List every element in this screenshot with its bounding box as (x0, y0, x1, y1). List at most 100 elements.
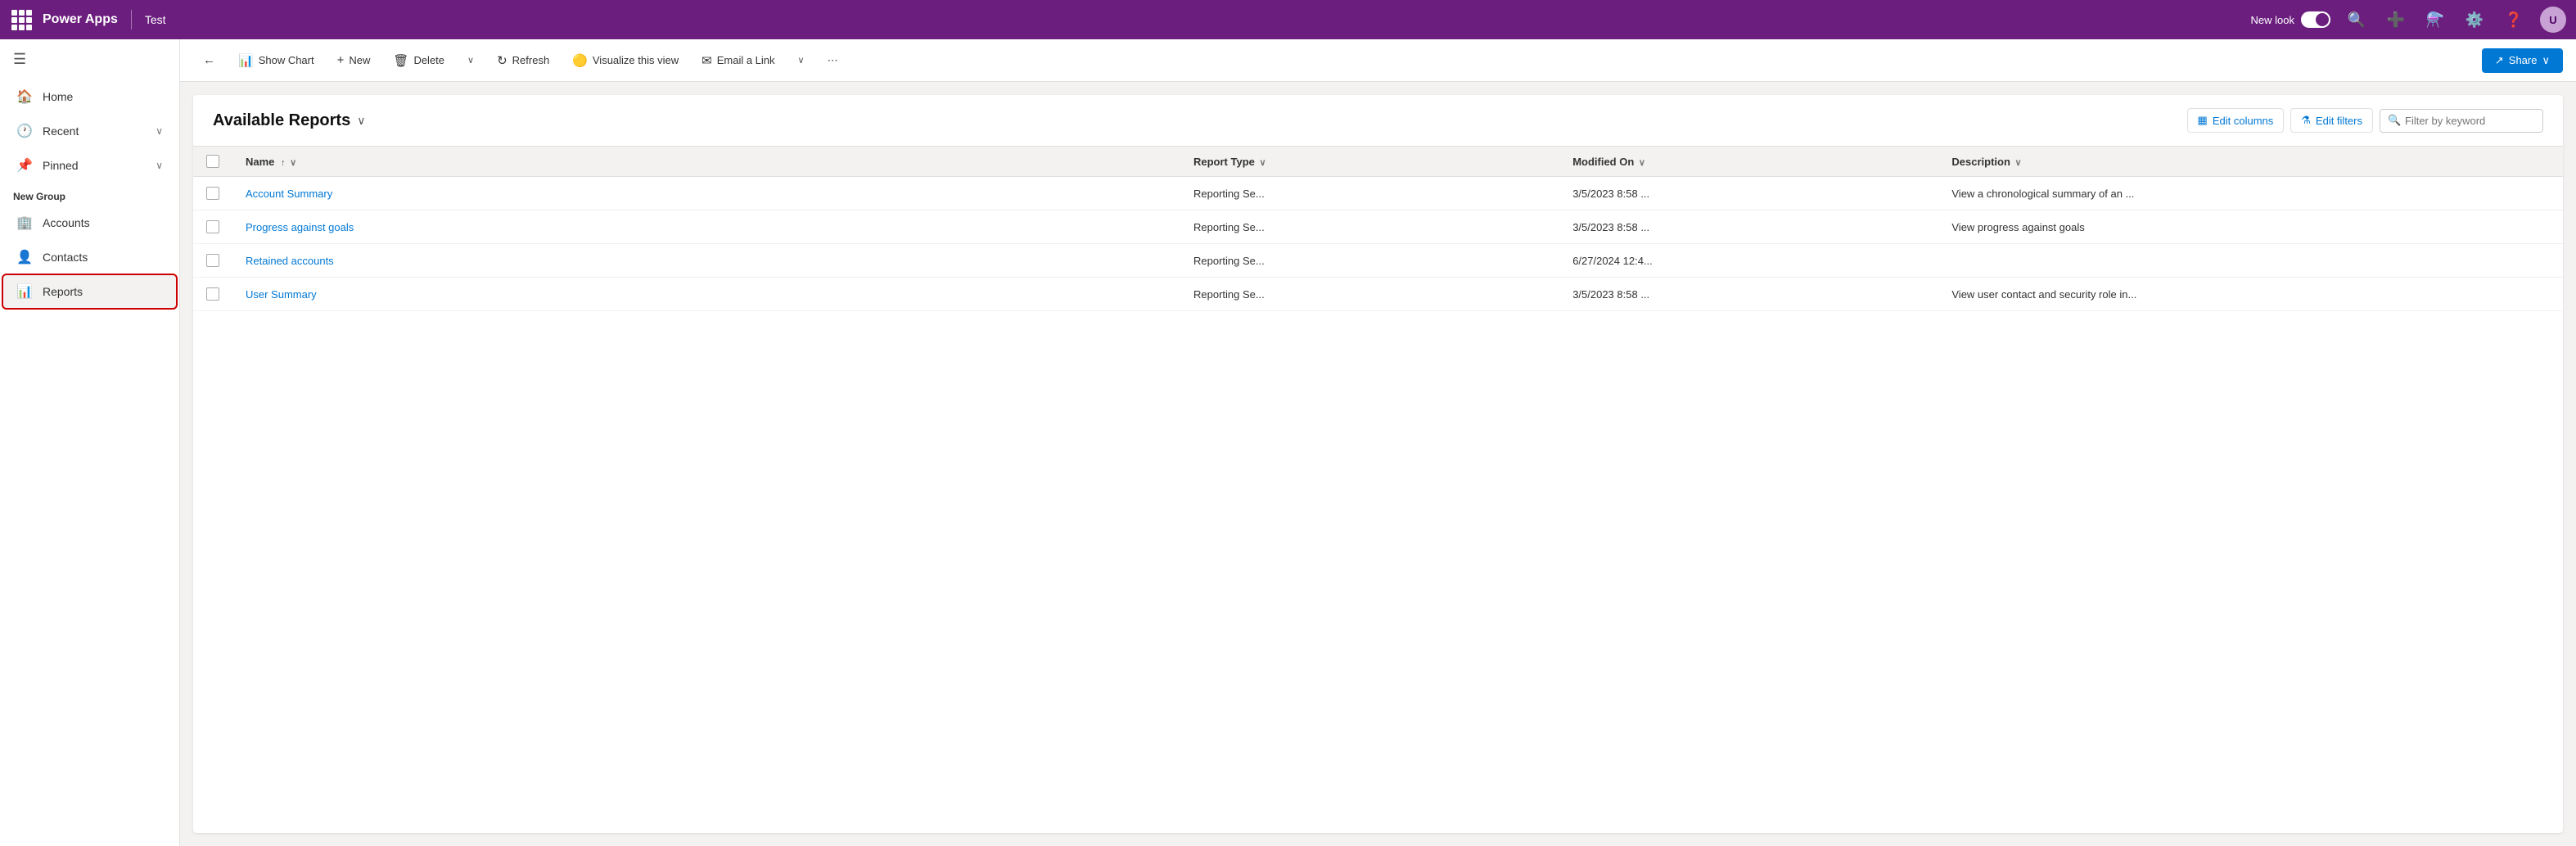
email-icon: ✉ (702, 53, 712, 68)
sidebar-item-recent[interactable]: 🕐 Recent ∨ (3, 115, 176, 147)
row-checkbox-cell (193, 244, 232, 278)
column-modified-dropdown-icon[interactable]: ∨ (1639, 158, 1645, 168)
table-row: Progress against goals Reporting Se... 3… (193, 210, 2563, 244)
sidebar-reports-label: Reports (43, 285, 163, 298)
table-header-row: Name ↑ ∨ Report Type ∨ Modified On ∨ (193, 147, 2563, 177)
row-checkbox[interactable] (206, 287, 219, 301)
row-checkbox[interactable] (206, 187, 219, 200)
row-type-cell: Reporting Se... (1180, 278, 1559, 311)
refresh-button[interactable]: ↻ Refresh (487, 48, 559, 73)
sidebar-item-pinned[interactable]: 📌 Pinned ∨ (3, 149, 176, 182)
recent-icon: 🕐 (16, 123, 33, 139)
report-name-link[interactable]: Progress against goals (246, 221, 354, 233)
row-name-cell: Account Summary (232, 177, 1180, 210)
table-body: Account Summary Reporting Se... 3/5/2023… (193, 177, 2563, 311)
reports-table: Name ↑ ∨ Report Type ∨ Modified On ∨ (193, 147, 2563, 311)
edit-columns-button[interactable]: ▦ Edit columns (2187, 108, 2285, 133)
accounts-icon: 🏢 (16, 215, 33, 231)
share-icon: ↗ (2495, 54, 2504, 67)
hamburger-menu-button[interactable]: ☰ (0, 39, 179, 79)
sidebar-home-label: Home (43, 90, 163, 103)
sort-ascending-icon[interactable]: ↑ (281, 158, 286, 168)
row-type-cell: Reporting Se... (1180, 244, 1559, 278)
reports-icon: 📊 (16, 283, 33, 300)
avatar[interactable]: U (2540, 7, 2566, 33)
sidebar-group-label: New Group (0, 183, 179, 206)
sidebar-pinned-label: Pinned (43, 159, 146, 172)
row-name-cell: Retained accounts (232, 244, 1180, 278)
share-button[interactable]: ↗ Share ∨ (2482, 48, 2563, 73)
table-row: Retained accounts Reporting Se... 6/27/2… (193, 244, 2563, 278)
column-description-dropdown-icon[interactable]: ∨ (2015, 158, 2022, 168)
delete-button[interactable]: 🗑 Delete (383, 48, 454, 73)
filter-funnel-icon: ⚗ (2301, 114, 2311, 127)
select-all-checkbox[interactable] (206, 155, 219, 168)
row-modified-cell: 6/27/2024 12:4... (1559, 244, 1938, 278)
more-options-button[interactable]: ⋯ (818, 49, 848, 72)
column-name-dropdown-icon[interactable]: ∨ (290, 158, 296, 168)
waffle-menu-button[interactable] (10, 8, 33, 31)
visualize-button[interactable]: 🟡 Visualize this view (562, 48, 688, 73)
sidebar-item-home[interactable]: 🏠 Home (3, 80, 176, 113)
expand-chevron-button[interactable]: ∨ (788, 50, 814, 70)
table-row: User Summary Reporting Se... 3/5/2023 8:… (193, 278, 2563, 311)
delete-icon: 🗑 (393, 53, 408, 68)
help-icon[interactable]: ❓ (2501, 7, 2527, 33)
new-button[interactable]: + New (327, 48, 381, 72)
sidebar-item-contacts[interactable]: 👤 Contacts (3, 241, 176, 274)
toolbar: ← 📊 Show Chart + New 🗑 Delete ∨ ↻ Refres… (180, 39, 2576, 82)
table-row: Account Summary Reporting Se... 3/5/2023… (193, 177, 2563, 210)
reports-table-container: Name ↑ ∨ Report Type ∨ Modified On ∨ (193, 147, 2563, 833)
filter-input-wrap: 🔍 (2380, 109, 2543, 133)
columns-icon: ▦ (2198, 114, 2208, 127)
add-icon[interactable]: ➕ (2383, 7, 2409, 33)
brand-name: Power Apps (43, 12, 118, 27)
row-checkbox[interactable] (206, 220, 219, 233)
view-header: Available Reports ∨ ▦ Edit columns ⚗ Edi… (193, 95, 2563, 147)
filter-icon[interactable]: ⚗️ (2422, 7, 2448, 33)
view-title: Available Reports (213, 111, 350, 130)
chevron-down-icon: ∨ (156, 160, 163, 171)
chevron-down-icon: ∨ (156, 125, 163, 137)
row-checkbox-cell (193, 278, 232, 311)
row-checkbox[interactable] (206, 254, 219, 267)
edit-filters-button[interactable]: ⚗ Edit filters (2290, 108, 2373, 133)
toggle-track[interactable] (2301, 11, 2330, 28)
share-label: Share (2509, 54, 2538, 66)
row-name-cell: Progress against goals (232, 210, 1180, 244)
sidebar-contacts-label: Contacts (43, 251, 163, 264)
main-layout: ☰ 🏠 Home 🕐 Recent ∨ 📌 Pinned ∨ New Group… (0, 39, 2576, 846)
filter-by-keyword-input[interactable] (2380, 109, 2543, 133)
chevron-down-icon: ∨ (798, 55, 805, 66)
show-chart-button[interactable]: 📊 Show Chart (228, 48, 324, 73)
column-name-label: Name (246, 156, 274, 168)
report-name-link[interactable]: User Summary (246, 288, 317, 301)
settings-icon[interactable]: ⚙️ (2461, 7, 2488, 33)
filter-search-icon: 🔍 (2388, 114, 2401, 127)
toggle-thumb (2316, 13, 2329, 26)
delete-chevron-button[interactable]: ∨ (458, 50, 484, 70)
visualize-icon: 🟡 (572, 53, 588, 68)
column-report-type-dropdown-icon[interactable]: ∨ (1260, 158, 1266, 168)
column-modified-label: Modified On (1572, 156, 1634, 168)
chevron-down-icon: ∨ (467, 55, 474, 66)
row-description-cell: View progress against goals (1938, 210, 2563, 244)
new-look-toggle[interactable]: New look (2251, 11, 2330, 28)
sidebar-item-reports[interactable]: 📊 Reports (3, 275, 176, 308)
visualize-label: Visualize this view (593, 54, 679, 66)
refresh-icon: ↻ (497, 53, 508, 68)
column-report-type-label: Report Type (1193, 156, 1255, 168)
back-button[interactable]: ← (193, 48, 225, 72)
report-name-link[interactable]: Retained accounts (246, 255, 334, 267)
delete-label: Delete (413, 54, 444, 66)
search-icon[interactable]: 🔍 (2344, 7, 2370, 33)
email-link-button[interactable]: ✉ Email a Link (692, 48, 784, 73)
report-name-link[interactable]: Account Summary (246, 188, 332, 200)
sidebar-item-accounts[interactable]: 🏢 Accounts (3, 206, 176, 239)
home-icon: 🏠 (16, 88, 33, 105)
view-title-dropdown-icon[interactable]: ∨ (357, 114, 365, 128)
new-label: New (349, 54, 370, 66)
email-link-label: Email a Link (717, 54, 775, 66)
contacts-icon: 👤 (16, 249, 33, 265)
show-chart-label: Show Chart (259, 54, 314, 66)
